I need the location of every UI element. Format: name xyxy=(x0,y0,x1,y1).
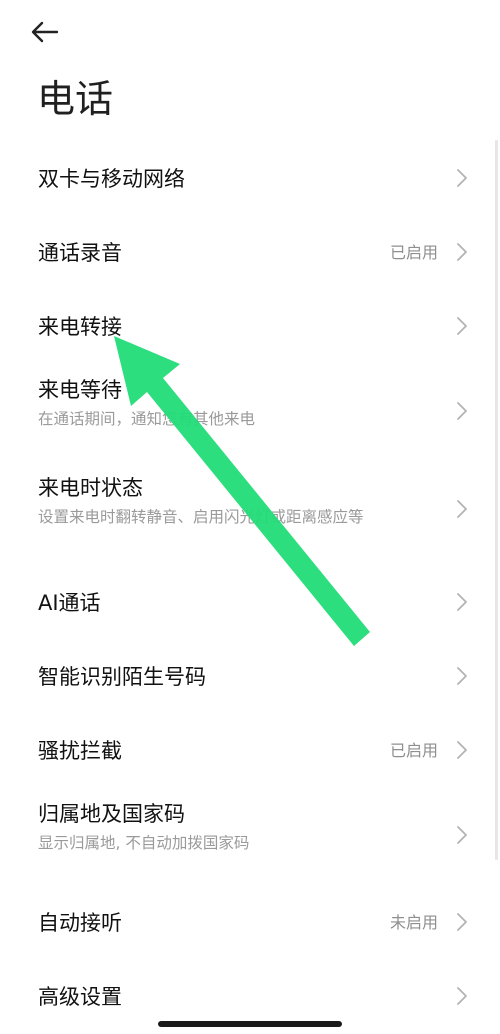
setting-label: 高级设置 xyxy=(38,985,122,1009)
chevron-right-icon xyxy=(457,500,467,518)
setting-label: 来电等待 xyxy=(38,378,122,402)
setting-item-dual-sim[interactable]: 双卡与移动网络 xyxy=(0,140,500,214)
setting-item-incoming-call-state[interactable]: 来电时状态 设置来电时翻转静音、启用闪光灯或距离感应等 xyxy=(0,460,500,546)
setting-label: 通话录音 xyxy=(38,241,122,265)
setting-label: AI通话 xyxy=(38,591,101,615)
chevron-right-icon xyxy=(457,243,467,261)
chevron-right-icon xyxy=(457,826,467,844)
phone-settings-screen: 电话 双卡与移动网络 通话录音 已启用 来电转接 来电等待 在通话期间，通知您有… xyxy=(0,0,500,1034)
setting-item-call-waiting[interactable]: 来电等待 在通话期间，通知您有其他来电 xyxy=(0,362,500,448)
chevron-right-icon xyxy=(457,987,467,1005)
setting-item-call-recording[interactable]: 通话录音 已启用 xyxy=(0,214,500,288)
setting-item-location-country-code[interactable]: 归属地及国家码 显示归属地, 不自动加拨国家码 xyxy=(0,786,500,872)
chevron-right-icon xyxy=(457,169,467,187)
setting-description: 设置来电时翻转静音、启用闪光灯或距离感应等 xyxy=(38,508,364,526)
setting-item-spam-blocking[interactable]: 骚扰拦截 已启用 xyxy=(0,712,500,786)
chevron-right-icon xyxy=(457,667,467,685)
chevron-right-icon xyxy=(457,593,467,611)
page-title: 电话 xyxy=(37,77,114,121)
setting-label: 来电时状态 xyxy=(38,476,143,500)
setting-item-identify-unknown-numbers[interactable]: 智能识别陌生号码 xyxy=(0,638,500,712)
setting-label: 自动接听 xyxy=(38,911,122,935)
home-indicator[interactable] xyxy=(158,1021,342,1027)
setting-label: 归属地及国家码 xyxy=(38,802,185,826)
setting-status: 已启用 xyxy=(389,741,438,760)
setting-item-auto-answer[interactable]: 自动接听 未启用 xyxy=(0,884,500,958)
setting-label: 来电转接 xyxy=(38,315,122,339)
chevron-right-icon xyxy=(457,741,467,759)
setting-status: 已启用 xyxy=(389,243,438,262)
setting-description: 在通话期间，通知您有其他来电 xyxy=(38,410,256,428)
setting-label: 骚扰拦截 xyxy=(38,739,122,763)
chevron-right-icon xyxy=(457,317,467,335)
chevron-right-icon xyxy=(457,402,467,420)
setting-status: 未启用 xyxy=(389,913,438,932)
chevron-right-icon xyxy=(457,913,467,931)
setting-item-call-forwarding[interactable]: 来电转接 xyxy=(0,288,500,362)
back-button[interactable] xyxy=(30,12,78,52)
setting-label: 双卡与移动网络 xyxy=(38,167,185,191)
setting-item-ai-call[interactable]: AI通话 xyxy=(0,564,500,638)
setting-description: 显示归属地, 不自动加拨国家码 xyxy=(38,834,250,852)
arrow-left-icon xyxy=(31,21,59,43)
setting-label: 智能识别陌生号码 xyxy=(38,665,206,689)
